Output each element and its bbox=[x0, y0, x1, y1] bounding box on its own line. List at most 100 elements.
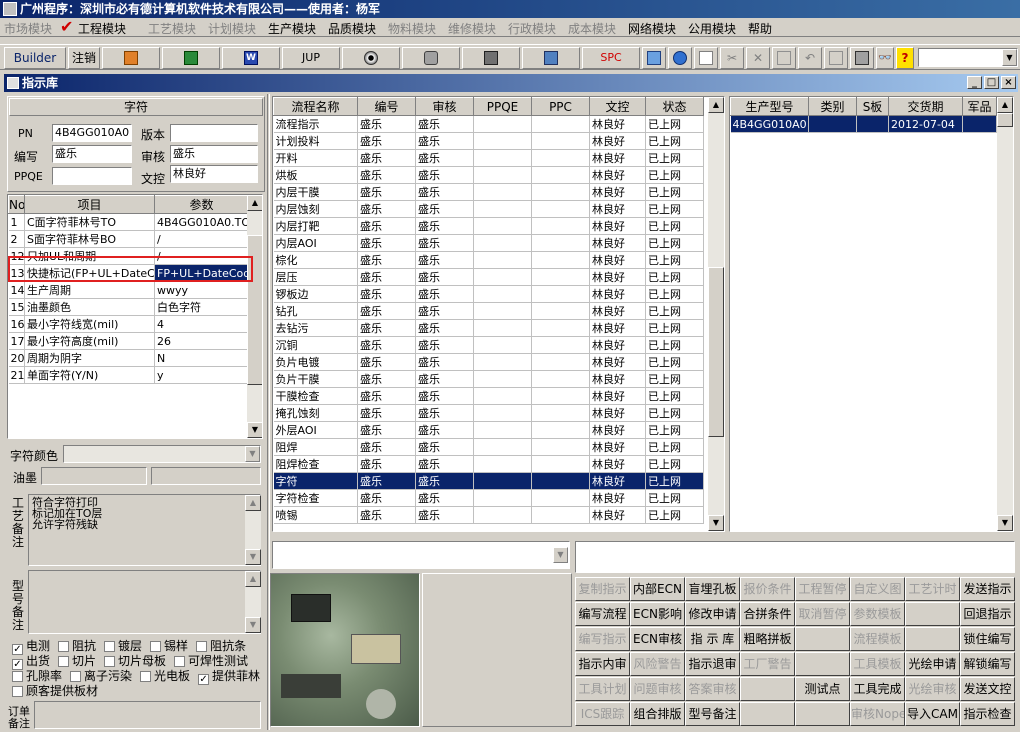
param-column-header[interactable]: 参数 bbox=[154, 195, 249, 214]
param-row[interactable]: 2 S面字符菲林号BO / bbox=[8, 230, 249, 248]
action-button[interactable] bbox=[795, 627, 850, 651]
globe-button[interactable] bbox=[668, 47, 692, 69]
scroll-down-icon[interactable]: ▼ bbox=[245, 617, 261, 633]
production-column-header[interactable]: 交货期 bbox=[888, 97, 963, 116]
flow-row[interactable]: 喷锡 盛乐 盛乐 林良好 已上网 bbox=[273, 506, 704, 524]
checkbox-box[interactable] bbox=[12, 671, 23, 682]
ppqe-field[interactable] bbox=[52, 167, 132, 185]
flow-row[interactable]: 干膜检查 盛乐 盛乐 林良好 已上网 bbox=[273, 387, 704, 405]
flow-row[interactable]: 外层AOI 盛乐 盛乐 林良好 已上网 bbox=[273, 421, 704, 439]
char-color-select[interactable]: ▼ bbox=[63, 445, 261, 463]
word-button[interactable]: W bbox=[222, 47, 280, 69]
action-button[interactable]: 修改申请 bbox=[685, 602, 740, 626]
flow-row[interactable]: 掩孔蚀刻 盛乐 盛乐 林良好 已上网 bbox=[273, 404, 704, 422]
toolbar-combo[interactable]: ▼ bbox=[918, 48, 1018, 67]
new-button[interactable] bbox=[694, 47, 718, 69]
action-button[interactable]: 工艺计时 bbox=[905, 577, 960, 601]
menu-item[interactable]: 网络模块 bbox=[628, 20, 676, 37]
network-button[interactable] bbox=[462, 47, 520, 69]
ink-field-1[interactable] bbox=[41, 467, 147, 485]
param-row[interactable]: 17 最小字符高度(mil) 26 bbox=[8, 332, 249, 350]
jup-button[interactable]: JUP bbox=[282, 47, 340, 69]
scroll-down-icon[interactable]: ▼ bbox=[708, 515, 724, 531]
action-button[interactable]: 取消暂停 bbox=[795, 602, 850, 626]
action-button[interactable]: 解锁编写 bbox=[960, 652, 1015, 676]
flow-row[interactable]: 烘板 盛乐 盛乐 林良好 已上网 bbox=[273, 166, 704, 184]
scroll-up-icon[interactable]: ▲ bbox=[245, 571, 261, 587]
scroll-up-icon[interactable]: ▲ bbox=[997, 97, 1013, 113]
undo-button[interactable]: ↶ bbox=[798, 47, 822, 69]
builder-button[interactable]: Builder bbox=[4, 47, 66, 69]
checkbox-box[interactable] bbox=[104, 656, 116, 667]
calendar-button[interactable] bbox=[642, 47, 666, 69]
param-value[interactable]: 4 bbox=[154, 315, 249, 333]
preview-button[interactable] bbox=[824, 47, 848, 69]
action-button[interactable]: 流程模板 bbox=[850, 627, 905, 651]
powerpoint-button[interactable] bbox=[102, 47, 160, 69]
action-button[interactable]: 审核Nope bbox=[850, 702, 905, 726]
menu-item[interactable]: 市场模块 bbox=[4, 20, 52, 37]
review-field[interactable]: 盛乐 bbox=[170, 145, 258, 163]
flow-row[interactable]: 流程指示 盛乐 盛乐 林良好 已上网 bbox=[273, 115, 704, 133]
flow-row[interactable]: 负片干膜 盛乐 盛乐 林良好 已上网 bbox=[273, 370, 704, 388]
param-value[interactable]: N bbox=[154, 349, 249, 367]
option-checkbox[interactable]: 锡样 bbox=[150, 639, 188, 653]
option-checkbox[interactable]: 镀层 bbox=[104, 639, 142, 653]
excel-button[interactable] bbox=[162, 47, 220, 69]
action-button[interactable]: 编写指示 bbox=[575, 627, 630, 651]
flow-row[interactable]: 层压 盛乐 盛乐 林良好 已上网 bbox=[273, 268, 704, 286]
action-button[interactable] bbox=[740, 677, 795, 701]
production-row[interactable]: 4B4GG010A0 2012-07-04 bbox=[730, 115, 997, 133]
flow-row[interactable]: 沉铜 盛乐 盛乐 林良好 已上网 bbox=[273, 336, 704, 354]
action-button[interactable]: 指示退审 bbox=[685, 652, 740, 676]
menu-item[interactable]: 公用模块 bbox=[688, 20, 736, 37]
action-button[interactable] bbox=[905, 602, 960, 626]
action-button[interactable]: 发送指示 bbox=[960, 577, 1015, 601]
option-checkbox[interactable]: 离子污染 bbox=[70, 669, 132, 683]
action-button[interactable]: 锁住编写 bbox=[960, 627, 1015, 651]
flow-row[interactable]: 阻焊检查 盛乐 盛乐 林良好 已上网 bbox=[273, 455, 704, 473]
action-button[interactable]: 答案审核 bbox=[685, 677, 740, 701]
param-value[interactable]: / bbox=[154, 230, 249, 248]
action-button[interactable]: ICS跟踪 bbox=[575, 702, 630, 726]
database-button[interactable] bbox=[402, 47, 460, 69]
action-button[interactable]: 问题审核 bbox=[630, 677, 685, 701]
param-row[interactable]: 15 油墨颜色 白色字符 bbox=[8, 298, 249, 316]
action-button[interactable]: 盲埋孔板 bbox=[685, 577, 740, 601]
flow-column-header[interactable]: PPC bbox=[531, 97, 590, 116]
action-button[interactable]: 合拼条件 bbox=[740, 602, 795, 626]
spc-button[interactable]: SPC bbox=[582, 47, 640, 69]
scroll-down-icon[interactable]: ▼ bbox=[247, 422, 262, 438]
checkbox-box[interactable] bbox=[58, 641, 70, 652]
pn-field[interactable]: 4B4GG010A0 bbox=[52, 124, 132, 142]
menu-item[interactable]: 工程模块 bbox=[78, 20, 126, 37]
action-button[interactable]: 工具完成 bbox=[850, 677, 905, 701]
option-checkbox[interactable]: 光电板 bbox=[140, 669, 190, 683]
checkbox-box[interactable] bbox=[174, 656, 186, 667]
production-column-header[interactable]: S板 bbox=[856, 97, 889, 116]
flow-row[interactable]: 阻焊 盛乐 盛乐 林良好 已上网 bbox=[273, 438, 704, 456]
scroll-up-icon[interactable]: ▲ bbox=[247, 195, 262, 211]
flow-column-header[interactable]: 编号 bbox=[357, 97, 416, 116]
action-button[interactable]: 发送文控 bbox=[960, 677, 1015, 701]
production-scrollbar[interactable]: ▲ ▼ bbox=[997, 97, 1013, 531]
check-icon[interactable]: ✓ bbox=[198, 674, 210, 685]
minimize-button[interactable]: _ bbox=[967, 76, 982, 89]
action-button[interactable] bbox=[795, 702, 850, 726]
production-column-header[interactable]: 类别 bbox=[808, 97, 857, 116]
action-button[interactable]: 工程暂停 bbox=[795, 577, 850, 601]
action-button[interactable]: 粗略拼板 bbox=[740, 627, 795, 651]
action-button[interactable]: 指 示 库 bbox=[685, 627, 740, 651]
flow-row[interactable]: 开料 盛乐 盛乐 林良好 已上网 bbox=[273, 149, 704, 167]
action-button[interactable]: 组合排版 bbox=[630, 702, 685, 726]
param-row[interactable]: 14 生产周期 wwyy bbox=[8, 281, 249, 299]
action-button[interactable]: 导入CAM bbox=[905, 702, 960, 726]
checkbox-box[interactable] bbox=[196, 641, 208, 652]
option-checkbox[interactable]: 切片 bbox=[58, 654, 96, 668]
checkbox-box[interactable] bbox=[104, 641, 116, 652]
production-column-header[interactable]: 生产型号 bbox=[730, 97, 809, 116]
close-button[interactable]: × bbox=[1001, 76, 1016, 89]
maximize-button[interactable]: □ bbox=[984, 76, 999, 89]
flow-row[interactable]: 锣板边 盛乐 盛乐 林良好 已上网 bbox=[273, 285, 704, 303]
chevron-down-icon[interactable]: ▼ bbox=[553, 547, 568, 563]
